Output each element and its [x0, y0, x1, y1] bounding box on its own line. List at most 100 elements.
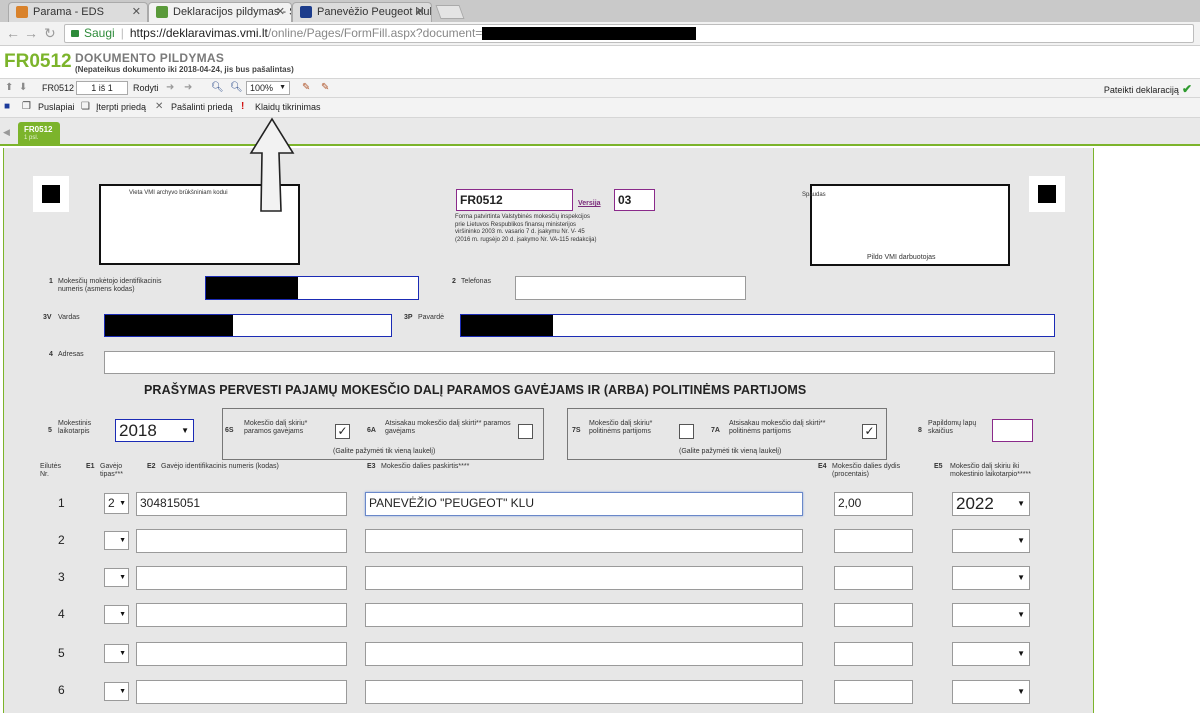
until-year-select[interactable]: ▼ [952, 566, 1030, 590]
row-number: 1 [58, 496, 65, 510]
col-e1-code: E1 [86, 463, 95, 470]
remove-attachment-button[interactable]: Pašalinti priedą [171, 102, 233, 112]
col-e2-header: Gavėjo identifikacinis numeris (kodas) [161, 463, 279, 470]
field-6s-label-line: paramos gavėjams [244, 428, 304, 435]
next-page-arrow-icon[interactable]: ➜ [166, 82, 174, 93]
until-year-select[interactable]: 2022 ▼ [952, 492, 1030, 516]
address-bar: ← → ↻ Saugi | https://deklaravimas.vmi.lt/… [0, 22, 1200, 46]
last-name-field[interactable] [460, 314, 1055, 337]
purpose-input[interactable] [365, 642, 803, 666]
page-tab-1[interactable]: FR0512 1 psl. [18, 122, 60, 146]
recipient-code-input[interactable] [136, 603, 347, 627]
stamp-label: Spaudas [802, 192, 826, 198]
percent-input[interactable] [834, 566, 913, 590]
purpose-input[interactable] [365, 566, 803, 590]
page-tab-code: FR0512 [24, 125, 53, 134]
purpose-input[interactable] [365, 529, 803, 553]
field-6a-label-line: Atsisakau mokesčio dalį skirti** paramos [385, 420, 511, 427]
address-field[interactable] [104, 351, 1055, 374]
field-7a-label: Atsisakau mokesčio dalį skirti** politinė… [729, 420, 825, 436]
percent-input[interactable] [834, 680, 913, 704]
error-check-button[interactable]: Klaidų tikrinimas [255, 102, 321, 112]
recipient-type-select[interactable]: ▼ [104, 568, 129, 587]
close-tab-icon[interactable]: ✕ [416, 3, 425, 21]
recipient-code-input[interactable]: 304815051 [136, 492, 347, 516]
zoom-in-icon[interactable]: 🔍︎ [230, 82, 243, 93]
insert-attachment-button[interactable]: Įterpti priedą [96, 102, 146, 112]
zoom-select[interactable]: 100% ▼ [246, 81, 290, 95]
row-number: 2 [58, 533, 65, 547]
url-field[interactable]: Saugi | https://deklaravimas.vmi.lt/online… [64, 24, 1194, 43]
prev-page-arrow-icon[interactable]: ⬇ [19, 82, 27, 93]
refuse-parties-checkbox[interactable]: ✓ [862, 424, 877, 439]
tax-period-select[interactable]: 2018 ▼ [115, 419, 194, 442]
purpose-input[interactable] [365, 603, 803, 627]
last-page-arrow-icon[interactable]: ➜ [184, 82, 192, 93]
edit-form-icon[interactable]: ✎ [302, 82, 310, 93]
new-tab-button[interactable] [435, 5, 465, 19]
refuse-support-checkbox[interactable] [518, 424, 533, 439]
until-year-select[interactable]: ▼ [952, 642, 1030, 666]
field-5-label: Mokestinis laikotarpis [58, 420, 91, 436]
purpose-input[interactable]: PANEVĖŽIO "PEUGEOT" KLU [365, 492, 803, 516]
show-button[interactable]: Rodyti [133, 83, 159, 93]
until-year-select[interactable]: ▼ [952, 529, 1030, 553]
close-tab-icon[interactable]: ✕ [132, 3, 141, 21]
recipient-type-select[interactable]: ▼ [104, 682, 129, 701]
row-number: 3 [58, 570, 65, 584]
eds-favicon-icon [16, 6, 28, 18]
edit-all-icon[interactable]: ✎ [321, 82, 329, 93]
field-2-label: Telefonas [461, 278, 491, 285]
corner-marker-left [33, 176, 69, 212]
pages-button[interactable]: Puslapiai [38, 102, 75, 112]
tax-period-value: 2018 [119, 421, 157, 440]
row-number: 4 [58, 607, 65, 621]
recipient-code-input[interactable] [136, 566, 347, 590]
save-icon[interactable]: ■ [4, 101, 10, 112]
taxpayer-id-field[interactable] [205, 276, 419, 300]
first-name-field[interactable] [104, 314, 392, 337]
first-page-arrow-icon[interactable]: ⬆ [5, 82, 13, 93]
field-6s-label: Mokesčio dalį skiriu* paramos gavėjams [244, 420, 307, 436]
field-5-number: 5 [48, 427, 52, 434]
browser-tab-peugeot[interactable]: Panevėžio Peugeot klubas ✕ [292, 2, 432, 22]
allocate-parties-checkbox[interactable] [679, 424, 694, 439]
field-2-number: 2 [452, 278, 456, 285]
zoom-out-icon[interactable]: 🔍︎ [211, 82, 224, 93]
recipient-type-select[interactable]: ▼ [104, 644, 129, 663]
secure-label: Saugi [84, 26, 115, 40]
back-arrow-icon[interactable]: ← [6, 25, 20, 41]
browser-tab-deklaracijos[interactable]: Deklaracijos pildymas - Š ✕ [148, 2, 292, 23]
until-year-select[interactable]: ▼ [952, 680, 1030, 704]
close-tab-icon[interactable]: ✕ [276, 3, 285, 21]
field-7a-number: 7A [711, 427, 720, 434]
submit-declaration-button[interactable]: Pateikti deklaraciją ✔ [1104, 82, 1192, 96]
phone-field[interactable] [515, 276, 746, 300]
browser-tab-parama[interactable]: Parama - EDS ✕ [8, 2, 148, 22]
forward-arrow-icon[interactable]: → [24, 25, 38, 41]
recipient-code-input[interactable] [136, 529, 347, 553]
recipient-type-select[interactable]: ▼ [104, 605, 129, 624]
scroll-left-icon[interactable]: ◀ [3, 127, 10, 138]
recipient-code-input[interactable] [136, 680, 347, 704]
percent-input[interactable]: 2,00 [834, 492, 913, 516]
percent-input[interactable] [834, 642, 913, 666]
chevron-down-icon: ▼ [1017, 610, 1025, 619]
field-6a-label-line: gavėjams [385, 428, 415, 435]
page-indicator-input[interactable]: 1 iš 1 [76, 81, 128, 95]
recipient-type-select[interactable]: 2 ▼ [104, 493, 129, 514]
percent-input[interactable] [834, 603, 913, 627]
group-6-hint: (Galite pažymėti tik vieną laukelį) [333, 448, 436, 455]
purpose-input[interactable] [365, 680, 803, 704]
extra-pages-field[interactable] [992, 419, 1033, 442]
recipient-code-input[interactable] [136, 642, 347, 666]
field-5-label-line: laikotarpis [58, 428, 90, 435]
col-e4-header: Mokesčio dalies dydis (procentais) [832, 463, 900, 479]
reload-icon[interactable]: ↻ [44, 25, 56, 42]
allocate-support-checkbox[interactable]: ✓ [335, 424, 350, 439]
until-year-select[interactable]: ▼ [952, 603, 1030, 627]
percent-input[interactable] [834, 529, 913, 553]
field-3p-label: Pavardė [418, 314, 445, 321]
recipient-type-select[interactable]: ▼ [104, 531, 129, 550]
approval-line: Forma patvirtinta Valstybinės mokesčių i… [455, 214, 590, 220]
